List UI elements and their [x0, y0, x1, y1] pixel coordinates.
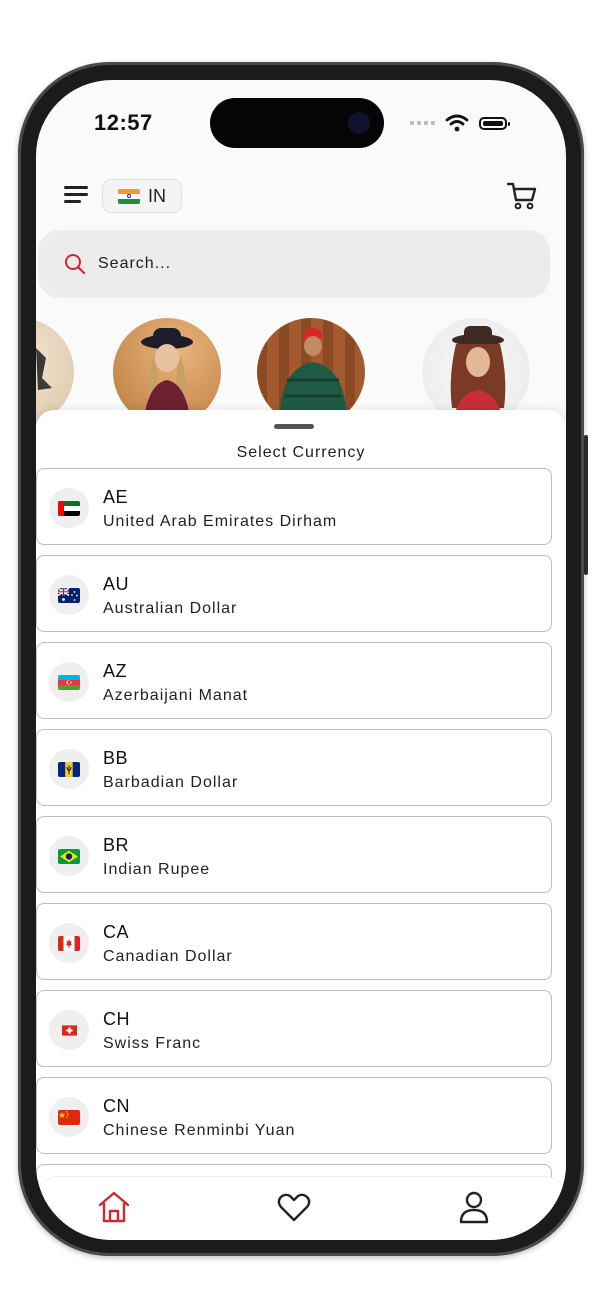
- search-bar[interactable]: Search...: [38, 230, 550, 298]
- uae-flag-icon: [58, 500, 80, 516]
- flag-badge: [49, 923, 89, 963]
- search-icon: [65, 254, 86, 275]
- user-icon[interactable]: [456, 1189, 492, 1225]
- australia-flag-icon: [58, 587, 80, 603]
- search-input[interactable]: Search...: [98, 255, 171, 273]
- currency-name: Barbadian Dollar: [103, 774, 239, 791]
- phone-side-button: [584, 435, 588, 575]
- flag-badge: [49, 662, 89, 702]
- currency-code: BR: [103, 835, 130, 855]
- currency-option-ca[interactable]: CA Canadian Dollar: [36, 903, 552, 980]
- currency-code: CA: [103, 922, 130, 942]
- currency-option-ch[interactable]: CH Swiss Franc: [36, 990, 552, 1067]
- currency-code: AE: [103, 487, 129, 507]
- india-flag-icon: [118, 188, 140, 204]
- heart-icon[interactable]: [276, 1189, 312, 1225]
- currency-option-cn[interactable]: CN Chinese Renminbi Yuan: [36, 1077, 552, 1154]
- currency-code: CH: [103, 1009, 130, 1029]
- currency-option-az[interactable]: AZ Azerbaijani Manat: [36, 642, 552, 719]
- currency-name: United Arab Emirates Dirham: [103, 513, 338, 530]
- currency-option-br[interactable]: BR Indian Rupee: [36, 816, 552, 893]
- canada-flag-icon: [58, 935, 80, 951]
- flag-badge: [49, 575, 89, 615]
- currency-name: Chinese Renminbi Yuan: [103, 1122, 296, 1139]
- flag-badge: [49, 1097, 89, 1137]
- brazil-flag-icon: [58, 848, 80, 864]
- currency-code: AU: [103, 574, 130, 594]
- currency-name: Canadian Dollar: [103, 948, 233, 965]
- currency-code: CN: [103, 1096, 130, 1116]
- currency-option-bb[interactable]: BB Barbadian Dollar: [36, 729, 552, 806]
- status-time: 12:57: [94, 110, 153, 135]
- flag-badge: [49, 749, 89, 789]
- country-code: IN: [148, 185, 166, 206]
- currency-name: Indian Rupee: [103, 861, 211, 878]
- home-icon[interactable]: [96, 1189, 132, 1225]
- bottom-navigation: [36, 1176, 566, 1240]
- sheet-title: Select Currency: [236, 444, 366, 461]
- currency-code: BB: [103, 748, 129, 768]
- dynamic-island: [210, 98, 384, 148]
- currency-name: Azerbaijani Manat: [103, 687, 249, 704]
- currency-name: Australian Dollar: [103, 600, 238, 617]
- hamburger-menu-icon[interactable]: [64, 186, 88, 204]
- shopping-cart-icon[interactable]: [506, 180, 538, 212]
- currency-name: Swiss Franc: [103, 1035, 202, 1052]
- switzerland-flag-icon: [61, 1024, 77, 1036]
- app-screen: 12:57 IN Search... Select Currency AE Un…: [36, 80, 566, 1240]
- battery-icon: [479, 116, 510, 130]
- country-selector[interactable]: IN: [102, 179, 182, 213]
- azerbaijan-flag-icon: [58, 674, 80, 690]
- status-icons: [410, 114, 510, 132]
- currency-option-au[interactable]: AU Australian Dollar: [36, 555, 552, 632]
- china-flag-icon: [58, 1109, 80, 1125]
- cellular-signal-icon: [410, 121, 435, 125]
- flag-badge: [49, 488, 89, 528]
- barbados-flag-icon: [58, 761, 80, 777]
- flag-badge: [49, 836, 89, 876]
- currency-option-ae[interactable]: AE United Arab Emirates Dirham: [36, 468, 552, 545]
- flag-badge: [49, 1010, 89, 1050]
- wifi-icon: [445, 114, 469, 132]
- sheet-drag-handle[interactable]: [274, 424, 314, 429]
- currency-code: AZ: [103, 661, 128, 681]
- currency-bottom-sheet: Select Currency AE United Arab Emirates …: [36, 410, 566, 1240]
